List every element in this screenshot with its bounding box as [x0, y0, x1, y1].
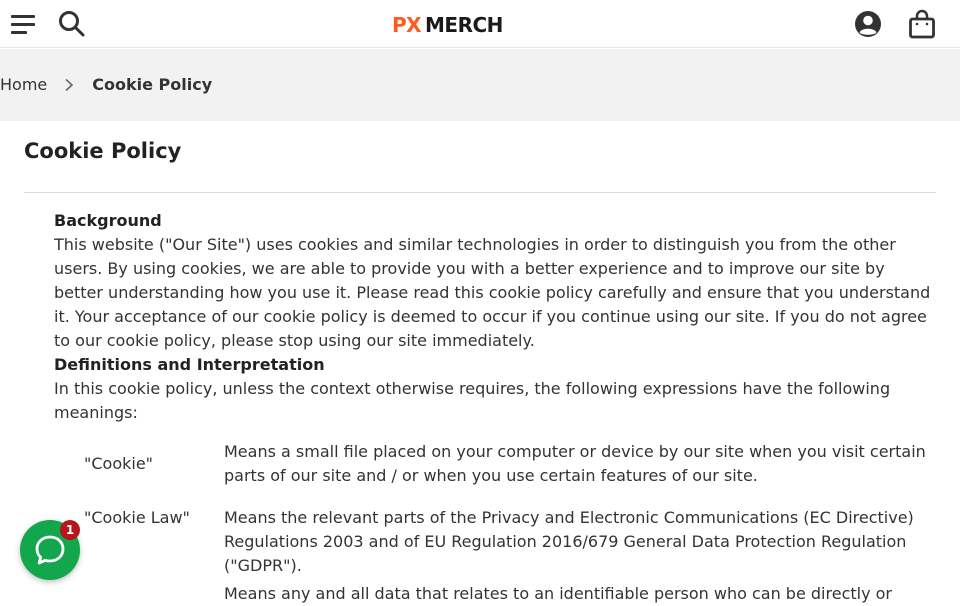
content-card: Cookie Policy Background This website ("… [0, 121, 960, 603]
definitions-table: "Cookie" Means a small file placed on yo… [54, 440, 938, 606]
definition-row: "Cookie Law" Means the relevant parts of… [54, 506, 938, 578]
cart-button[interactable] [906, 8, 938, 40]
definition-row: "Cookie" Means a small file placed on yo… [54, 440, 938, 488]
definition-row: Means any and all data that relates to a… [54, 582, 938, 606]
definition-description: Means a small file placed on your comput… [224, 442, 926, 485]
svg-text:MERCH: MERCH [425, 14, 503, 36]
breadcrumb-current: Cookie Policy [92, 75, 213, 94]
section-heading: Definitions and Interpretation [54, 355, 325, 374]
account-icon [855, 11, 881, 37]
account-button[interactable] [852, 8, 884, 40]
definition-term [54, 582, 224, 606]
cart-icon [909, 9, 935, 39]
search-icon [59, 11, 85, 37]
section-heading: Background [54, 211, 162, 230]
definition-description: Means any and all data that relates to a… [224, 584, 892, 603]
title-divider [24, 192, 936, 193]
section-text: In this cookie policy, unless the contex… [54, 379, 891, 422]
definition-term: "Cookie Law" [84, 508, 190, 527]
page-title: Cookie Policy [24, 139, 182, 163]
site-header: PX MERCH [0, 0, 960, 48]
menu-icon [11, 15, 35, 34]
chat-notification-badge: 1 [60, 520, 80, 540]
search-button[interactable] [56, 8, 88, 40]
definition-description: Means the relevant parts of the Privacy … [224, 508, 914, 575]
breadcrumb-bar: Home Cookie Policy [0, 49, 960, 121]
brand-logo[interactable]: PX MERCH [392, 13, 546, 37]
chat-icon [35, 535, 65, 565]
definition-term: "Cookie" [84, 454, 154, 473]
svg-text:PX: PX [392, 14, 422, 36]
chevron-right-icon [64, 78, 74, 92]
breadcrumb-home-link[interactable]: Home [0, 75, 47, 94]
section-text: This website ("Our Site") uses cookies a… [54, 235, 931, 350]
policy-body: Background This website ("Our Site") use… [54, 209, 938, 425]
breadcrumb: Home Cookie Policy [0, 75, 212, 94]
menu-button[interactable] [8, 8, 40, 40]
